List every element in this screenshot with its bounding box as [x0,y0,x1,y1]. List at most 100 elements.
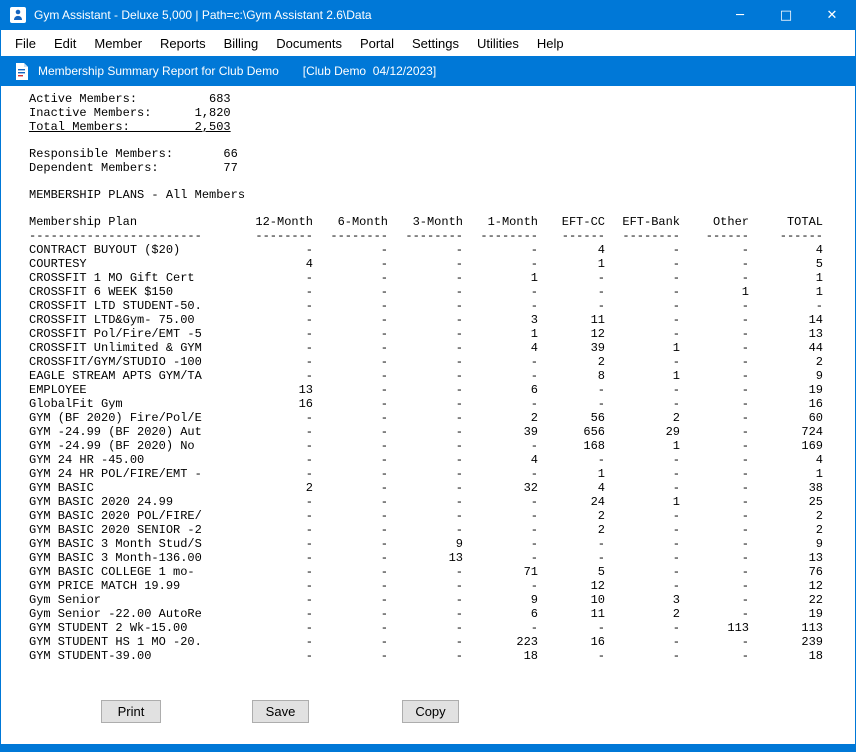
copy-button[interactable]: Copy [402,700,459,723]
menu-item-member[interactable]: Member [85,33,151,54]
plan-value-cell: - [538,453,605,467]
plan-value-cell: - [229,271,313,285]
plan-value-cell: 1 [538,257,605,271]
plan-value-cell: - [388,411,463,425]
plan-value-cell: - [680,439,749,453]
plan-name-cell: GYM BASIC [29,481,229,495]
plan-name-cell: GYM -24.99 (BF 2020) No [29,439,229,453]
plan-value-cell: 13 [229,383,313,397]
plan-value-cell: 13 [749,327,823,341]
plan-value-cell: - [680,453,749,467]
plan-value-cell: 11 [538,607,605,621]
plan-value-cell: - [313,635,388,649]
plan-value-cell: - [680,425,749,439]
plan-value-cell: 8 [538,369,605,383]
plan-name-cell: GYM PRICE MATCH 19.99 [29,579,229,593]
plan-value-cell: - [229,299,313,313]
menu-item-settings[interactable]: Settings [403,33,468,54]
plan-value-cell: 4 [229,257,313,271]
plan-value-cell: - [313,495,388,509]
table-row: CROSSFIT 1 MO Gift Cert---1---1 [29,271,823,285]
plan-value-cell: 18 [463,649,538,663]
plan-value-cell: - [229,243,313,257]
plan-name-cell: Gym Senior [29,593,229,607]
plan-value-cell: 12-Month [229,215,313,229]
plan-value-cell: - [463,467,538,481]
plan-value-cell: 39 [463,425,538,439]
minimize-button[interactable]: ─ [717,0,763,30]
plan-value-cell: - [605,551,680,565]
plan-value-cell: - [388,257,463,271]
plan-value-cell: - [313,537,388,551]
plan-value-cell: 10 [538,593,605,607]
plan-value-cell: - [680,355,749,369]
plan-value-cell: - [680,327,749,341]
table-row: GYM (BF 2020) Fire/Pol/E---2562-60 [29,411,823,425]
plan-value-cell: - [313,425,388,439]
plan-value-cell: ------ [749,229,823,243]
plan-name-cell: EAGLE STREAM APTS GYM/TA [29,369,229,383]
responsible-members-line: Responsible Members: 66 [29,147,855,161]
plan-value-cell: ------ [538,229,605,243]
menu-item-utilities[interactable]: Utilities [468,33,528,54]
menu-item-documents[interactable]: Documents [267,33,351,54]
menu-item-portal[interactable]: Portal [351,33,403,54]
plan-value-cell: - [680,383,749,397]
plan-value-cell: - [605,397,680,411]
plan-value-cell: - [680,537,749,551]
plan-value-cell: - [313,257,388,271]
plan-value-cell: EFT-Bank [605,215,680,229]
plan-value-cell: - [388,383,463,397]
plan-value-cell: - [229,537,313,551]
plan-value-cell: -------- [388,229,463,243]
plan-value-cell: - [605,621,680,635]
close-button[interactable]: ✕ [809,0,855,30]
plan-value-cell: - [313,467,388,481]
plan-value-cell: 1 [538,467,605,481]
table-row: GYM BASIC 2020 POL/FIRE/----2--2 [29,509,823,523]
plan-value-cell: 1 [749,271,823,285]
plan-name-cell: GYM BASIC 3 Month-136.00 [29,551,229,565]
plan-value-cell: 44 [749,341,823,355]
plan-value-cell: - [229,607,313,621]
plan-value-cell: - [229,369,313,383]
plan-value-cell: - [538,649,605,663]
menu-item-reports[interactable]: Reports [151,33,215,54]
menu-item-help[interactable]: Help [528,33,573,54]
plan-value-cell: - [680,607,749,621]
maximize-button[interactable]: □ [763,0,809,30]
plan-value-cell: - [313,383,388,397]
table-row: GYM 24 HR POL/FIRE/EMT -----1--1 [29,467,823,481]
plan-value-cell: - [680,411,749,425]
plan-value-cell: - [229,467,313,481]
plan-value-cell: - [749,299,823,313]
plan-value-cell: - [313,341,388,355]
plan-name-cell: GYM STUDENT-39.00 [29,649,229,663]
plan-value-cell: - [229,593,313,607]
plan-value-cell: - [313,579,388,593]
plan-value-cell: 11 [538,313,605,327]
menu-item-edit[interactable]: Edit [45,33,85,54]
print-button[interactable]: Print [101,700,161,723]
title-bar[interactable]: Gym Assistant - Deluxe 5,000 | Path=c:\G… [1,0,855,30]
plan-value-cell: - [680,271,749,285]
table-row: CROSSFIT 6 WEEK $150------11 [29,285,823,299]
window-bottom-border [1,744,855,752]
plan-value-cell: 724 [749,425,823,439]
plan-name-cell: GYM BASIC 2020 POL/FIRE/ [29,509,229,523]
menu-item-billing[interactable]: Billing [215,33,268,54]
plan-value-cell: - [388,355,463,369]
plan-value-cell: - [463,355,538,369]
plan-value-cell: - [680,565,749,579]
plan-value-cell: 12 [538,327,605,341]
save-button[interactable]: Save [252,700,309,723]
plan-value-cell: 4 [538,481,605,495]
plan-value-cell: 9 [463,593,538,607]
plan-name-cell: CONTRACT BUYOUT ($20) [29,243,229,257]
plan-value-cell: 22 [749,593,823,607]
plan-value-cell: - [605,579,680,593]
table-header-row: Membership Plan12-Month6-Month3-Month1-M… [29,215,823,229]
plan-value-cell: - [463,397,538,411]
menu-item-file[interactable]: File [6,33,45,54]
table-row: GYM STUDENT HS 1 MO -20.---22316--239 [29,635,823,649]
